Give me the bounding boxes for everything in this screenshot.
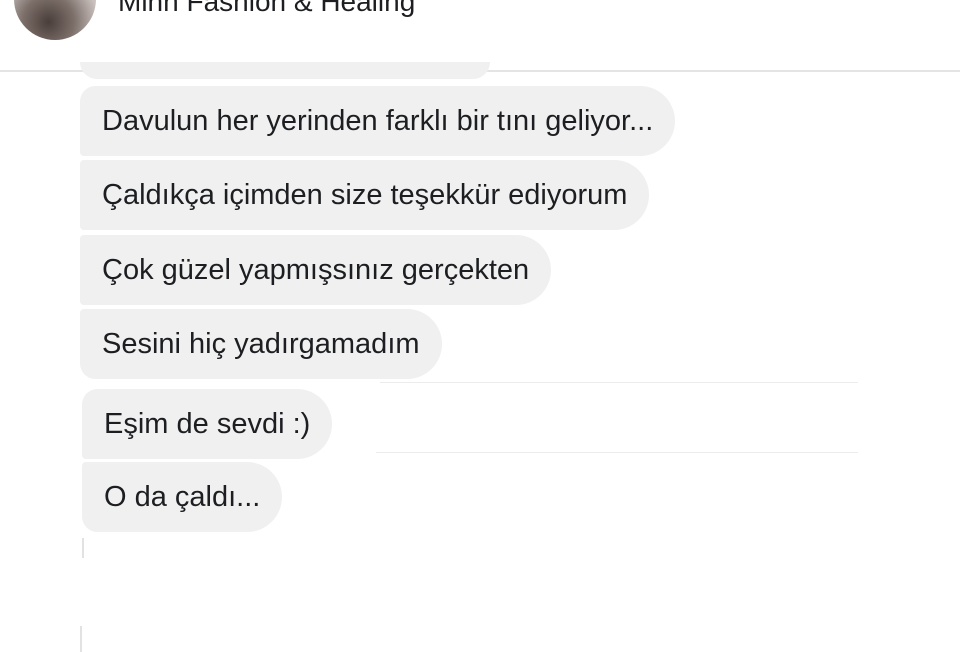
contact-name[interactable]: Minh Fashion & Healing <box>118 0 415 18</box>
message-bubble[interactable]: Davulun her yerinden farklı bir tını gel… <box>80 86 676 156</box>
divider-line <box>380 382 858 383</box>
message-bubble[interactable]: Çaldıkça içimden size teşekkür ediyorum <box>80 160 650 230</box>
margin-mark <box>80 626 82 652</box>
message-bubble[interactable]: Çok güzel yapmışsınız gerçekten <box>80 235 552 305</box>
divider-line <box>376 452 858 453</box>
margin-mark <box>82 538 84 558</box>
chat-window: Minh Fashion & Healing Davulun her yerin… <box>0 0 960 652</box>
message-bubble[interactable]: O da çaldı... <box>82 462 283 532</box>
message-bubble[interactable]: Eşim de sevdi :) <box>82 389 333 459</box>
previous-message-bubble <box>80 62 490 79</box>
contact-avatar[interactable] <box>14 0 96 40</box>
message-bubble[interactable]: Sesini hiç yadırgamadım <box>80 309 442 379</box>
